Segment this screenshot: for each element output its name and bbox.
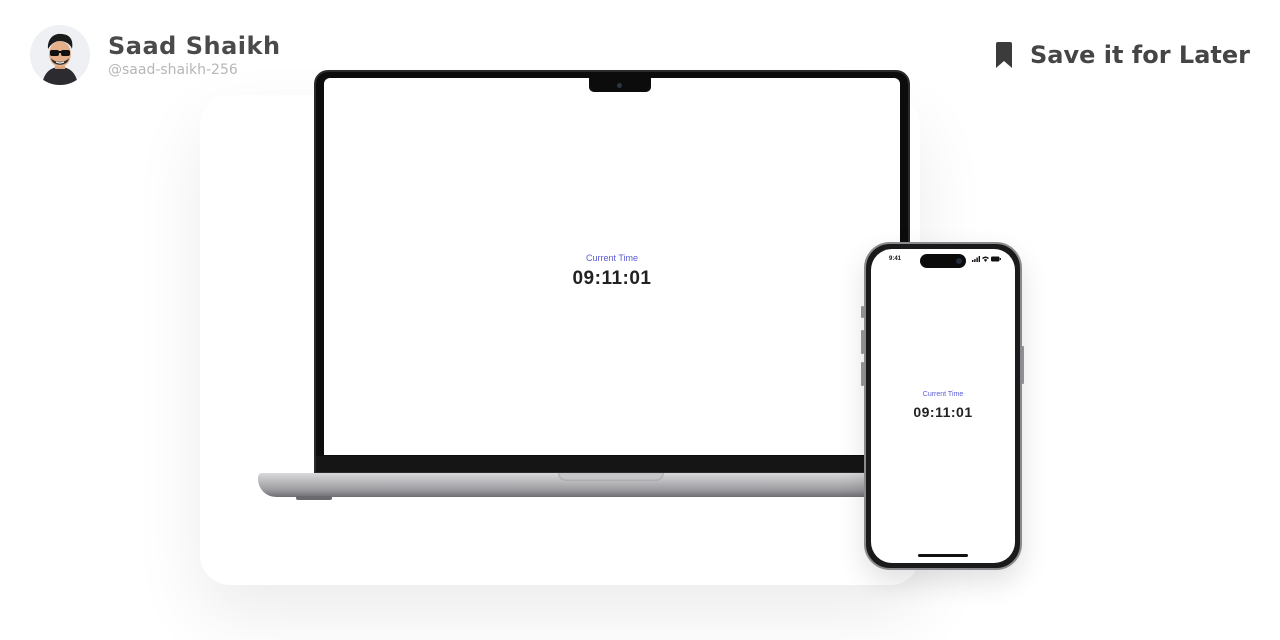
status-time: 9:41 [889,256,902,262]
laptop-notch [589,78,651,92]
laptop-time-value: 09:11:01 [572,268,652,289]
laptop-bezel-bottom [316,456,908,472]
author-name: Saad Shaikh [108,32,281,60]
battery-icon [991,256,1001,262]
laptop-time-label: Current Time [585,253,638,263]
author-handle[interactable]: @saad-shaikh-256 [108,61,281,79]
save-for-later-label: Save it for Later [1029,41,1250,69]
camera-icon [956,258,962,264]
bookmark-icon [995,42,1012,68]
laptop-base [258,473,918,500]
laptop-foot [296,496,332,500]
camera-icon [617,83,622,88]
phone-time-value: 09:11:01 [913,404,973,420]
wifi-icon [982,256,989,262]
phone-mockup: 9:41 Current Time 09:11:01 [864,242,1022,570]
author-block: Saad Shaikh @saad-shaikh-256 [30,25,281,85]
phone-screen: 9:41 Current Time 09:11:01 [871,249,1015,563]
laptop-screen: Current Time 09:11:01 [324,78,900,455]
home-indicator[interactable] [918,554,968,557]
laptop-groove [558,473,664,481]
laptop-mockup: Current Time 09:11:01 [314,70,910,474]
signal-icon [972,256,980,262]
save-for-later-button[interactable]: Save it for Later [994,38,1250,72]
status-icons [970,256,1001,262]
avatar[interactable] [30,25,90,85]
dynamic-island [920,254,966,268]
phone-time-label: Current Time [922,391,964,398]
